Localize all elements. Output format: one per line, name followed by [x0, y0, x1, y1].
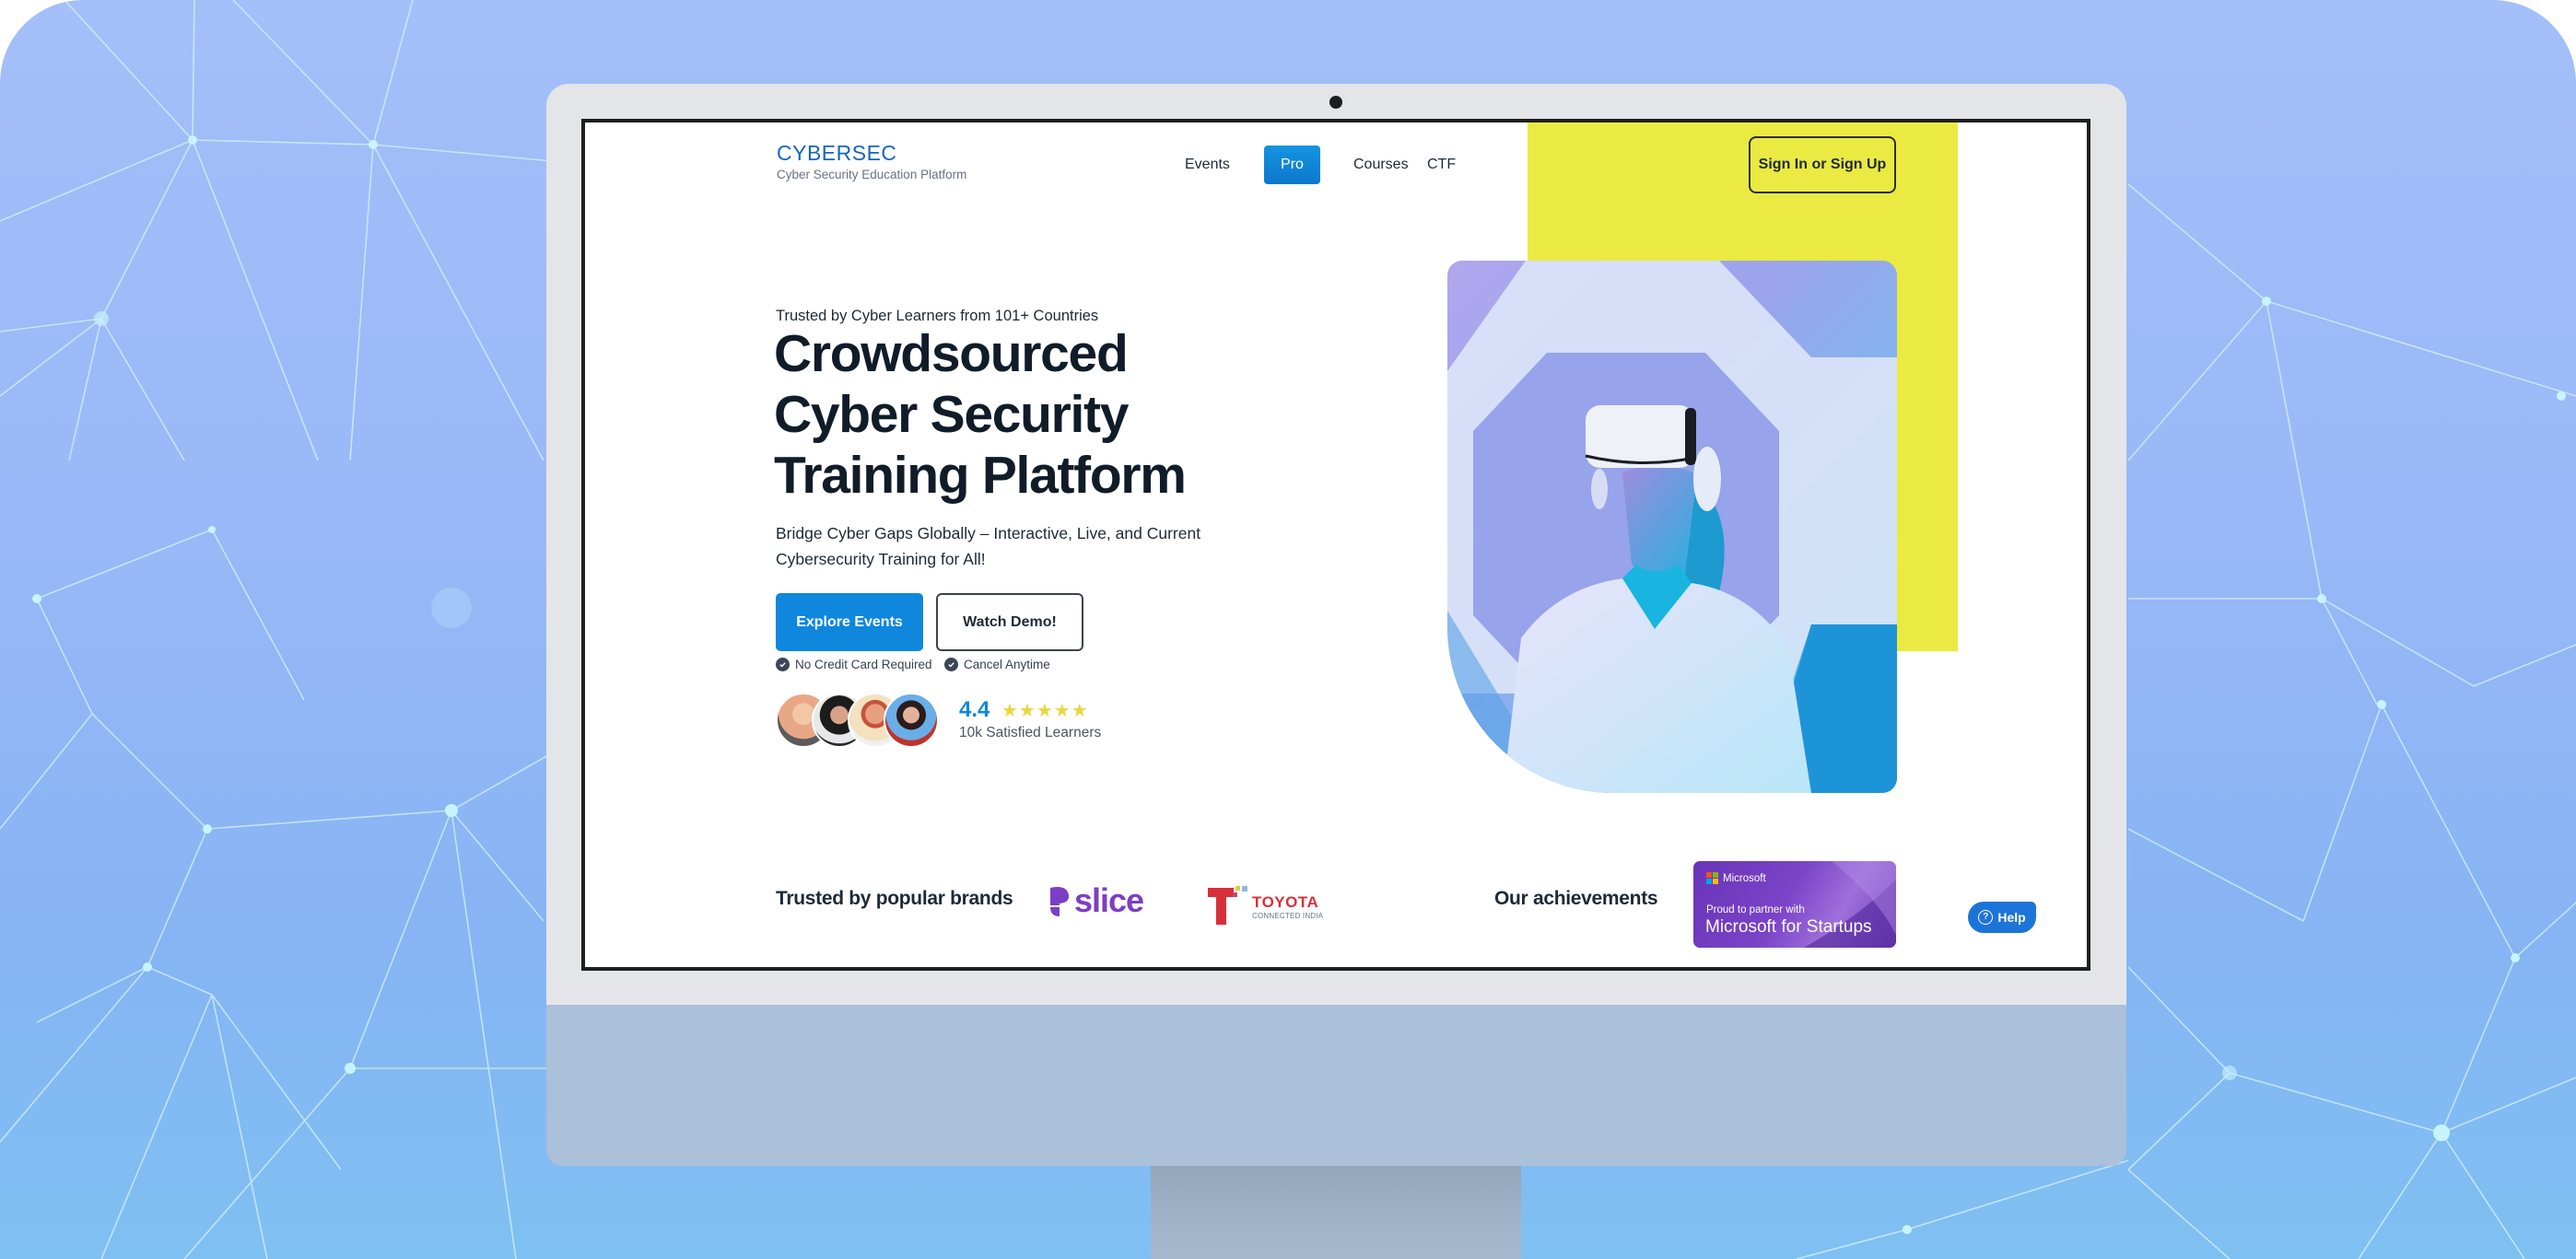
microsoft-brand: Microsoft [1706, 872, 1766, 884]
badge-line1: Proud to partner with [1706, 904, 1805, 915]
vr-illustration [1447, 261, 1897, 793]
explore-events-button[interactable]: Explore Events [776, 593, 923, 651]
nav-item-pro[interactable]: Pro [1264, 146, 1320, 184]
avatar [884, 693, 939, 748]
hero-title-line: Cyber Security [774, 385, 1129, 444]
sign-in-button[interactable]: Sign In or Sign Up [1749, 136, 1896, 193]
nav-item-events[interactable]: Events [1185, 146, 1230, 184]
logo-subtitle: Cyber Security Education Platform [777, 168, 967, 181]
rating-stars-icon: ★★★★★ [1001, 701, 1089, 721]
check-circle-icon [776, 658, 790, 671]
slice-logo: slice [1048, 881, 1144, 920]
perk-label: Cancel Anytime [964, 658, 1050, 671]
rating-value: 4.4 [959, 697, 990, 722]
logo-title: CYBERSEC [777, 141, 897, 165]
hero-title-line: Crowdsourced [774, 324, 1129, 383]
background-stage: CYBERSEC Cyber Security Education Platfo… [0, 0, 2576, 1259]
watch-demo-button[interactable]: Watch Demo! [936, 593, 1083, 651]
microsoft-startups-badge: Microsoft Proud to partner with Microsof… [1693, 861, 1896, 948]
hero-title-line: Training Platform [774, 446, 1187, 505]
site-logo[interactable]: CYBERSEC Cyber Security Education Platfo… [777, 141, 966, 181]
achievements-label: Our achievements [1494, 888, 1658, 909]
slice-mark-icon [1050, 887, 1070, 916]
hero-subtitle: Bridge Cyber Gaps Globally – Interactive… [776, 524, 1201, 568]
microsoft-logo-icon [1706, 872, 1718, 884]
hero-title: Crowdsourced Cyber Security Training Pla… [774, 323, 1187, 506]
monitor-screen: CYBERSEC Cyber Security Education Platfo… [581, 119, 2090, 971]
perk-label: No Credit Card Required [795, 658, 932, 671]
perk-cancel-anytime: Cancel Anytime [944, 658, 1050, 671]
toyota-wordmark: TOYOTA CONNECTED INDIA [1252, 893, 1323, 920]
nav-item-ctf[interactable]: CTF [1427, 146, 1456, 184]
monitor-chin [546, 1004, 2126, 1166]
toyota-title: TOYOTA [1252, 892, 1319, 911]
nav-item-courses[interactable]: Courses [1353, 146, 1409, 184]
perk-no-credit-card: No Credit Card Required [776, 658, 932, 671]
toyota-subtitle: CONNECTED INDIA [1252, 911, 1324, 920]
microsoft-label: Microsoft [1723, 872, 1766, 884]
help-label: Help [1997, 910, 2026, 925]
toyota-t-mark-icon [1208, 886, 1247, 925]
camera-icon [1329, 96, 1342, 109]
slice-wordmark: slice [1074, 881, 1144, 919]
help-button[interactable]: ? Help [1968, 902, 2036, 933]
learner-avatars [776, 693, 942, 750]
rating-label: 10k Satisfied Learners [959, 725, 1102, 740]
hero-image-vr-woman [1447, 261, 1897, 793]
brands-label: Trusted by popular brands [776, 888, 1013, 909]
toyota-logo: TOYOTA CONNECTED INDIA [1208, 886, 1323, 927]
question-circle-icon: ? [1978, 910, 1994, 925]
check-circle-icon [944, 658, 958, 671]
monitor-stand [1151, 1165, 1521, 1259]
badge-line2: Microsoft for Startups [1705, 917, 1872, 937]
